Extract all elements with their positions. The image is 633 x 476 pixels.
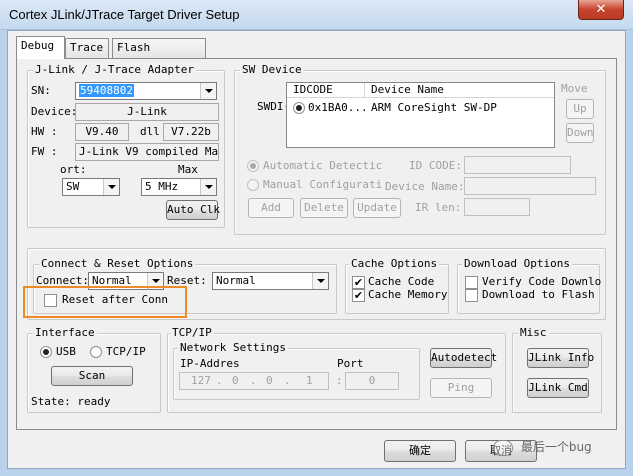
max-clock-select[interactable]: 5 MHz <box>141 178 217 196</box>
download-to-flash-label: Download to Flash <box>482 288 595 301</box>
column-header-idcode[interactable]: IDCODE <box>293 83 333 97</box>
port-number-value: 0 <box>368 374 376 387</box>
highlight-annotation-box <box>23 286 187 318</box>
ok-button[interactable]: 确定 <box>384 440 456 462</box>
row-idcode: 0x1BA0... <box>308 101 368 114</box>
manual-config-radio[interactable] <box>247 179 259 191</box>
sw-device-table: IDCODE Device Name 0x1BA0... ARM CoreSig… <box>286 82 555 148</box>
move-up-button[interactable]: Up <box>566 99 594 119</box>
chevron-down-icon <box>200 179 216 195</box>
ir-len-field[interactable] <box>464 198 530 216</box>
table-row[interactable]: 0x1BA0... ARM CoreSight SW-DP <box>287 100 554 116</box>
move-down-button[interactable]: Down <box>566 123 594 143</box>
move-label: Move <box>561 82 588 95</box>
chevron-down-icon <box>312 273 328 289</box>
cache-code-label: Cache Code <box>368 275 435 288</box>
delete-button[interactable]: Delete <box>300 198 348 218</box>
network-settings-legend: Network Settings <box>178 341 288 354</box>
cache-memory-label: Cache Memory <box>368 288 448 301</box>
row-select-radio[interactable] <box>293 102 305 114</box>
column-header-device-name[interactable]: Device Name <box>371 83 444 97</box>
scan-button[interactable]: Scan <box>51 366 133 386</box>
id-code-field[interactable] <box>464 156 571 174</box>
auto-clk-button[interactable]: Auto Clk <box>166 200 220 220</box>
port-number-label: Port <box>337 357 364 370</box>
port-label: ort: <box>60 163 87 176</box>
device-label: Device: <box>31 105 78 118</box>
verify-code-download-checkbox[interactable] <box>465 276 478 289</box>
tcpip-radio[interactable] <box>90 346 102 358</box>
ir-len-label: IR len: <box>415 201 462 214</box>
table-header-row: IDCODE Device Name <box>287 83 554 98</box>
usb-radio[interactable] <box>40 346 52 358</box>
tcpip-legend: TCP/IP <box>170 326 214 339</box>
reset-value: Normal <box>216 274 256 287</box>
ip-address-field[interactable]: 127 . 0 . 0 . 1 <box>179 372 329 390</box>
chevron-down-icon <box>103 179 119 195</box>
cache-memory-checkbox[interactable]: ✔ <box>352 289 365 302</box>
verify-code-download-label: Verify Code Downlo <box>482 275 602 288</box>
sn-label: SN: <box>31 84 51 97</box>
device-name-label: Device Name: <box>385 180 465 193</box>
max-clock-value: 5 MHz <box>145 180 179 193</box>
misc-group <box>512 333 602 413</box>
connect-reset-legend: Connect & Reset Options <box>39 257 196 270</box>
chevron-down-icon <box>200 83 216 99</box>
port-select[interactable]: SW <box>62 178 120 196</box>
row-device-name: ARM CoreSight SW-DP <box>371 101 497 114</box>
hw-field: V9.40 <box>75 123 129 141</box>
fw-label: FW : <box>31 145 58 158</box>
reset-select[interactable]: Normal <box>212 272 329 290</box>
watermark-text: 最后一个bug <box>520 440 592 454</box>
tcpip-label: TCP/IP <box>106 345 146 358</box>
port-value: SW <box>66 180 80 193</box>
tab-debug[interactable]: Debug <box>16 36 65 59</box>
usb-label: USB <box>56 345 76 358</box>
download-to-flash-checkbox[interactable] <box>465 289 478 302</box>
dll-label: dll <box>140 125 160 138</box>
cache-options-legend: Cache Options <box>349 257 440 270</box>
sn-value: 59408802 <box>79 84 134 97</box>
window-title: Cortex JLink/JTrace Target Driver Setup <box>9 7 240 22</box>
misc-legend: Misc <box>518 326 549 339</box>
download-options-legend: Download Options <box>462 257 572 270</box>
jlink-cmd-button[interactable]: JLink Cmd <box>527 378 589 398</box>
hw-label: HW : <box>31 125 58 138</box>
tab-trace[interactable]: Trace <box>65 38 109 58</box>
ip-address-label: IP-Addres <box>180 357 240 370</box>
cache-code-checkbox[interactable]: ✔ <box>352 276 365 289</box>
state-text: State: ready <box>31 395 111 408</box>
auto-detect-label: Automatic Detectic <box>263 159 383 172</box>
device-field: J-Link <box>75 103 219 121</box>
sw-device-legend: SW Device <box>240 63 304 76</box>
update-button[interactable]: Update <box>353 198 401 218</box>
max-label: Max <box>178 163 198 176</box>
watermark-overlay: 最后一个bug <box>493 438 592 456</box>
auto-detect-radio[interactable] <box>247 160 259 172</box>
id-code-label: ID CODE: <box>409 159 462 172</box>
add-button[interactable]: Add <box>248 198 294 218</box>
ip-octet-3: 0 <box>266 374 273 387</box>
adapter-legend: J-Link / J-Trace Adapter <box>33 63 196 76</box>
interface-legend: Interface <box>33 326 97 339</box>
ip-octet-1: 127 <box>191 374 211 387</box>
ip-octet-2: 0 <box>232 374 239 387</box>
manual-config-label: Manual Configurati <box>263 178 383 191</box>
jlink-info-button[interactable]: JLink Info <box>527 348 594 368</box>
sn-select[interactable]: 59408802 <box>75 82 217 100</box>
fw-field: J-Link V9 compiled May <box>75 143 219 161</box>
ping-button[interactable]: Ping <box>430 378 492 398</box>
autodetect-button[interactable]: Autodetect <box>430 348 497 368</box>
chat-bubble-icon <box>493 439 513 456</box>
tab-flash-download[interactable]: Flash Download <box>112 38 206 72</box>
dll-field: V7.22b <box>163 123 219 141</box>
ip-octet-4: 1 <box>306 374 313 387</box>
close-button[interactable]: ✕ <box>578 0 624 20</box>
device-name-field[interactable] <box>464 177 596 195</box>
port-number-field[interactable]: 0 <box>345 372 399 390</box>
